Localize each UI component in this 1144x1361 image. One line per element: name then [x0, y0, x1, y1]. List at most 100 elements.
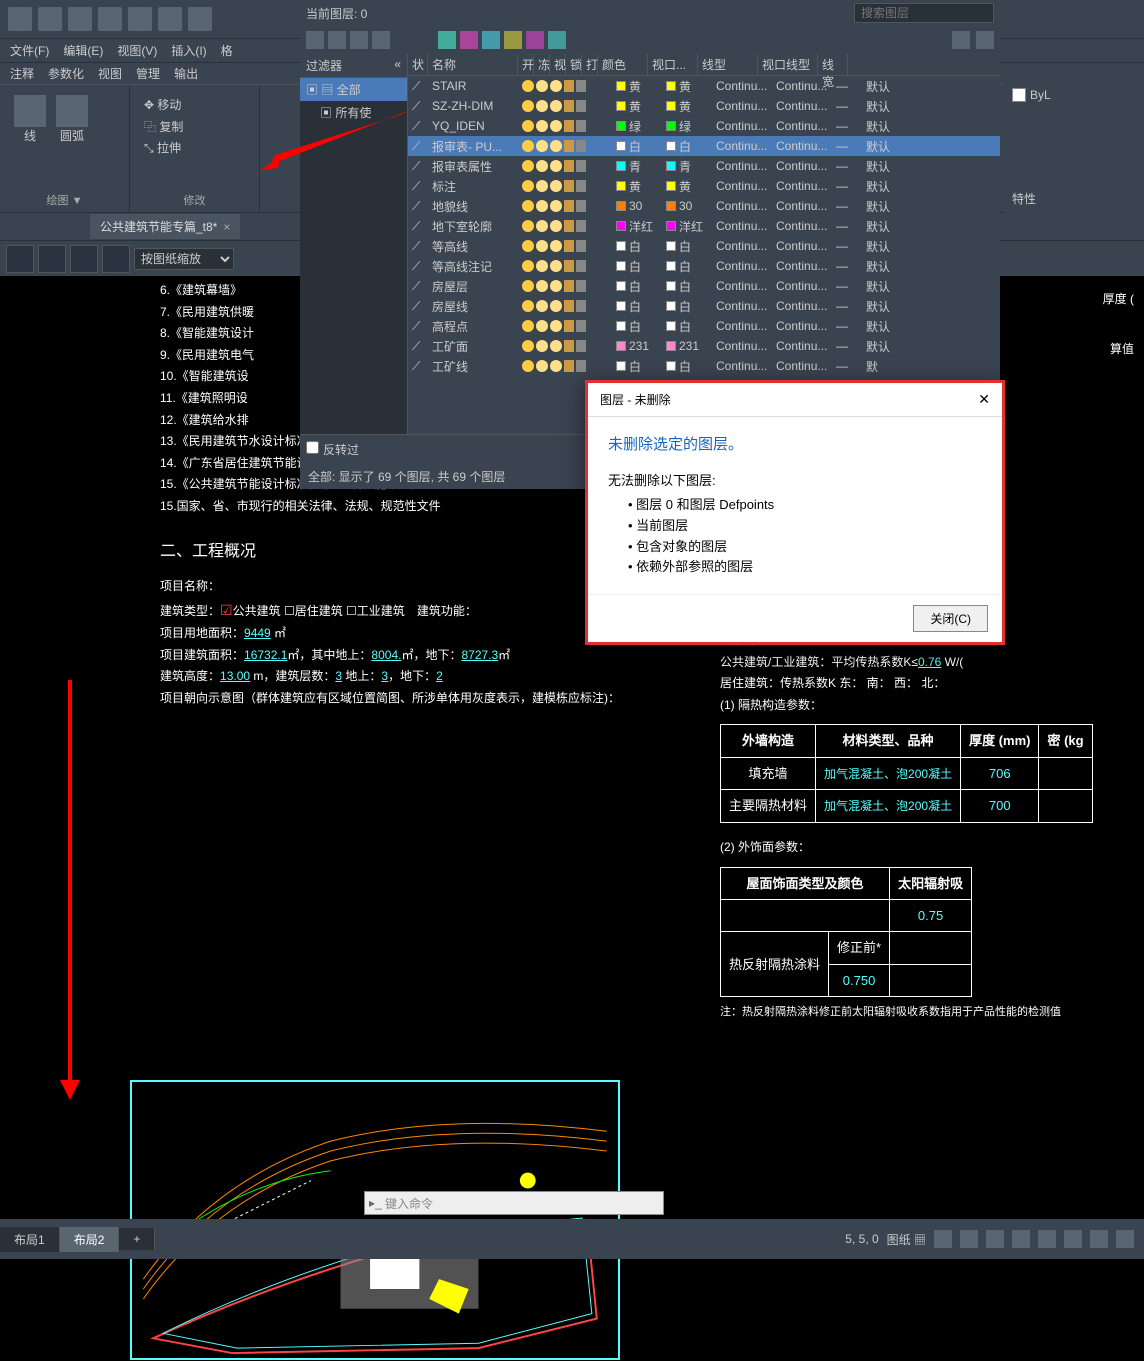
tab-manage[interactable]: 管理 [130, 63, 166, 84]
layout-add-tab[interactable]: + [119, 1228, 155, 1250]
invert-filter-check[interactable]: 反转过 [306, 443, 359, 457]
layer-row[interactable]: ⟋ 工矿面 231 231 Continu... Continu... — 默认 [408, 336, 1000, 356]
print-icon[interactable] [128, 7, 152, 31]
col-linetype[interactable]: 线型 [698, 54, 758, 75]
layer-toolbar [300, 26, 1000, 54]
layer-state4-icon[interactable] [504, 31, 522, 49]
line-icon[interactable] [14, 95, 46, 127]
command-line[interactable]: ▸_ 键入命令 [364, 1191, 664, 1215]
col-plot[interactable]: 打 [582, 54, 598, 75]
dialog-message: 未删除选定的图层。 [608, 433, 982, 454]
layer-row[interactable]: ⟋ 标注 黄 黄 Continu... Continu... — 默认 [408, 176, 1000, 196]
sb-4-icon[interactable] [1012, 1230, 1030, 1248]
new-icon[interactable] [8, 7, 32, 31]
layer-state1-icon[interactable] [438, 31, 456, 49]
document-tab[interactable]: 公共建筑节能专篇_t8* × [90, 214, 240, 239]
col-name[interactable]: 名称 [428, 54, 518, 75]
layer-row[interactable]: ⟋ 等高线 白 白 Continu... Continu... — 默认 [408, 236, 1000, 256]
col-color[interactable]: 颜色 [598, 54, 648, 75]
col-vplinetype[interactable]: 视口线型 [758, 54, 818, 75]
side-label-1: 厚度 ( [1103, 290, 1134, 307]
saveall-icon[interactable] [98, 7, 122, 31]
layer-row[interactable]: ⟋ 地下室轮廓 洋红 洋红 Continu... Continu... — 默认 [408, 216, 1000, 236]
menu-file[interactable]: 文件(F) [4, 40, 55, 61]
layer-tool3-icon[interactable] [350, 31, 368, 49]
open-icon[interactable] [38, 7, 62, 31]
menu-view[interactable]: 视图(V) [111, 40, 163, 61]
dialog-item: 图层 0 和图层 Defpoints [628, 495, 982, 516]
col-freeze[interactable]: 冻 [534, 54, 550, 75]
close-icon[interactable]: × [223, 220, 230, 234]
layer-state6-icon[interactable] [548, 31, 566, 49]
layer-row[interactable]: ⟋ SZ-ZH-DIM 黄 黄 Continu... Continu... — … [408, 96, 1000, 116]
col-on[interactable]: 开 [518, 54, 534, 75]
bylayer-item[interactable]: ByL [1008, 84, 1140, 106]
sb-1-icon[interactable] [934, 1230, 952, 1248]
paper-mode[interactable]: 图纸 ▦ [887, 1231, 926, 1248]
view-4-icon[interactable] [102, 245, 130, 273]
arc-icon[interactable] [56, 95, 88, 127]
layer-row[interactable]: ⟋ 房屋线 白 白 Continu... Continu... — 默认 [408, 296, 1000, 316]
view-1-icon[interactable] [6, 245, 34, 273]
props-label: 特性 [1008, 186, 1140, 211]
col-vp[interactable]: 视 [550, 54, 566, 75]
tab-title: 公共建筑节能专篇_t8* [100, 218, 217, 235]
layer-grid: 状 名称 开 冻 视 锁 打 颜色 视口... 线型 视口线型 线宽 ⟋ STA… [408, 54, 1000, 434]
delete-layer-icon[interactable] [328, 31, 346, 49]
layer-row[interactable]: ⟋ 报审表- PU... 白 白 Continu... Continu... —… [408, 136, 1000, 156]
sb-7-icon[interactable] [1090, 1230, 1108, 1248]
layer-state2-icon[interactable] [460, 31, 478, 49]
layer-search-input[interactable] [854, 3, 994, 23]
view-2-icon[interactable] [38, 245, 66, 273]
layer-row[interactable]: ⟋ STAIR 黄 黄 Continu... Continu... — 默认 [408, 76, 1000, 96]
layer-row[interactable]: ⟋ 地貌线 30 30 Continu... Continu... — 默认 [408, 196, 1000, 216]
layer-state5-icon[interactable] [526, 31, 544, 49]
layer-tool4-icon[interactable] [372, 31, 390, 49]
copy-btn[interactable]: ⿻ 复制 [144, 117, 245, 139]
tab-parametric[interactable]: 参数化 [42, 63, 90, 84]
document-text-right: 2.外墙 公共建筑/工业建筑：平均传热系数K≤0.76 W/( 居住建筑：传热系… [720, 630, 1120, 1023]
menu-insert[interactable]: 插入(I) [165, 40, 212, 61]
col-vpcolor[interactable]: 视口... [648, 54, 698, 75]
menu-format[interactable]: 格 [215, 40, 239, 61]
dialog-subtext: 无法删除以下图层: [608, 470, 982, 489]
ribbon-panel-modify: ✥ 移动 ⿻ 复制 ⤡ 拉伸 修改 [130, 85, 260, 212]
redo-icon[interactable] [188, 7, 212, 31]
layer-row[interactable]: ⟋ 等高线注记 白 白 Continu... Continu... — 默认 [408, 256, 1000, 276]
settings-icon[interactable] [976, 31, 994, 49]
layout-tab-1[interactable]: 布局1 [0, 1227, 60, 1252]
layer-row[interactable]: ⟋ 房屋层 白 白 Continu... Continu... — 默认 [408, 276, 1000, 296]
col-lock[interactable]: 锁 [566, 54, 582, 75]
layer-row[interactable]: ⟋ 报审表属性 青 青 Continu... Continu... — 默认 [408, 156, 1000, 176]
dialog-close-button[interactable]: 关闭(C) [913, 605, 988, 632]
sb-5-icon[interactable] [1038, 1230, 1056, 1248]
sb-8-icon[interactable] [1116, 1230, 1134, 1248]
menu-edit[interactable]: 编辑(E) [57, 40, 109, 61]
collapse-icon[interactable]: « [394, 57, 401, 74]
layout-tab-2[interactable]: 布局2 [60, 1227, 120, 1252]
tab-annotate[interactable]: 注释 [4, 63, 40, 84]
stretch-btn[interactable]: ⤡ 拉伸 [144, 138, 245, 160]
section-2-heading: 二、工程概况 [160, 538, 620, 567]
layer-row[interactable]: ⟋ YQ_IDEN 绿 绿 Continu... Continu... — 默认 [408, 116, 1000, 136]
save-icon[interactable] [68, 7, 92, 31]
new-layer-icon[interactable] [306, 31, 324, 49]
sb-6-icon[interactable] [1064, 1230, 1082, 1248]
col-status[interactable]: 状 [408, 54, 428, 75]
tab-output[interactable]: 输出 [168, 63, 204, 84]
zoom-select[interactable]: 按图纸缩放 [134, 248, 234, 270]
layer-state3-icon[interactable] [482, 31, 500, 49]
col-lineweight[interactable]: 线宽 [818, 54, 848, 75]
dialog-close-icon[interactable]: ✕ [978, 391, 990, 408]
sb-2-icon[interactable] [960, 1230, 978, 1248]
sb-3-icon[interactable] [986, 1230, 1004, 1248]
filter-all[interactable]: ▣ ▤ 全部 [300, 78, 407, 101]
undo-icon[interactable] [158, 7, 182, 31]
tab-view2[interactable]: 视图 [92, 63, 128, 84]
layer-row[interactable]: ⟋ 工矿线 白 白 Continu... Continu... — 默 [408, 356, 1000, 376]
layer-row[interactable]: ⟋ 高程点 白 白 Continu... Continu... — 默认 [408, 316, 1000, 336]
move-btn[interactable]: ✥ 移动 [144, 95, 245, 117]
refresh-icon[interactable] [952, 31, 970, 49]
layer-not-deleted-dialog: 图层 - 未删除 ✕ 未删除选定的图层。 无法删除以下图层: 图层 0 和图层 … [585, 380, 1005, 645]
view-3-icon[interactable] [70, 245, 98, 273]
